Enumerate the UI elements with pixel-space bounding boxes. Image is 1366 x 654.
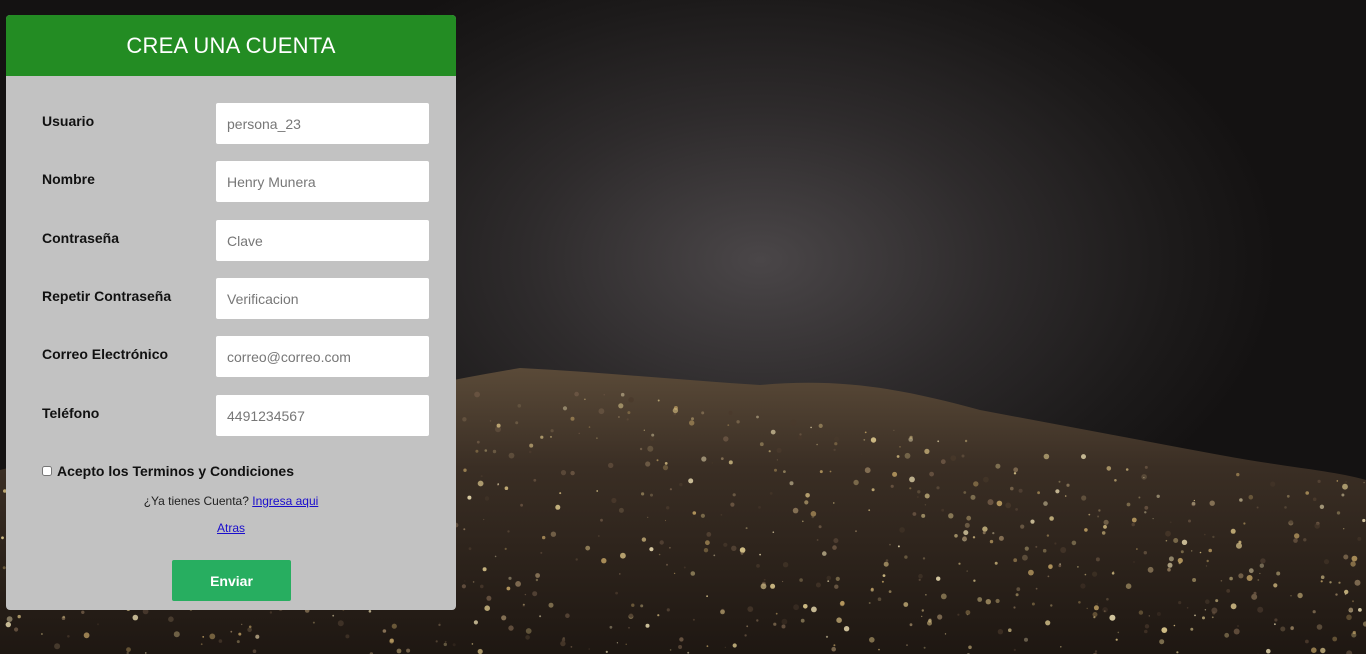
nombre-input[interactable] [216,161,429,202]
account-question-text: ¿Ya tienes Cuenta? [143,494,249,508]
panel-header: CREA UNA CUENTA [6,15,456,76]
account-prompt: ¿Ya tienes Cuenta? Ingresa aqui [6,494,456,508]
terms-label: Acepto los Terminos y Condiciones [57,463,295,479]
page-title: CREA UNA CUENTA [126,32,336,58]
correo-input[interactable] [216,336,429,377]
login-link[interactable]: Ingresa aqui [252,494,318,508]
submit-button[interactable]: Enviar [172,560,291,601]
field-row-repetir-contrasena: Repetir Contraseña [6,278,456,319]
field-row-correo: Correo Electrónico [6,336,456,377]
terms-checkbox[interactable] [42,466,52,476]
usuario-input[interactable] [216,103,429,144]
telefono-input[interactable] [216,395,429,436]
signup-panel: CREA UNA CUENTA Usuario Nombre Contraseñ… [6,15,456,610]
contrasena-input[interactable] [216,220,429,261]
field-row-nombre: Nombre [6,161,456,202]
usuario-label: Usuario [42,113,95,129]
terms-row: Acepto los Terminos y Condiciones [42,463,294,479]
field-row-contrasena: Contraseña [6,220,456,261]
repetir-contrasena-input[interactable] [216,278,429,319]
telefono-label: Teléfono [42,405,100,421]
field-row-telefono: Teléfono [6,395,456,436]
repetir-contrasena-label: Repetir Contraseña [42,288,172,304]
contrasena-label: Contraseña [42,230,120,246]
back-link-row: Atras [6,521,456,535]
correo-label: Correo Electrónico [42,346,169,362]
field-row-usuario: Usuario [6,103,456,144]
back-link[interactable]: Atras [217,521,245,535]
nombre-label: Nombre [42,171,95,187]
